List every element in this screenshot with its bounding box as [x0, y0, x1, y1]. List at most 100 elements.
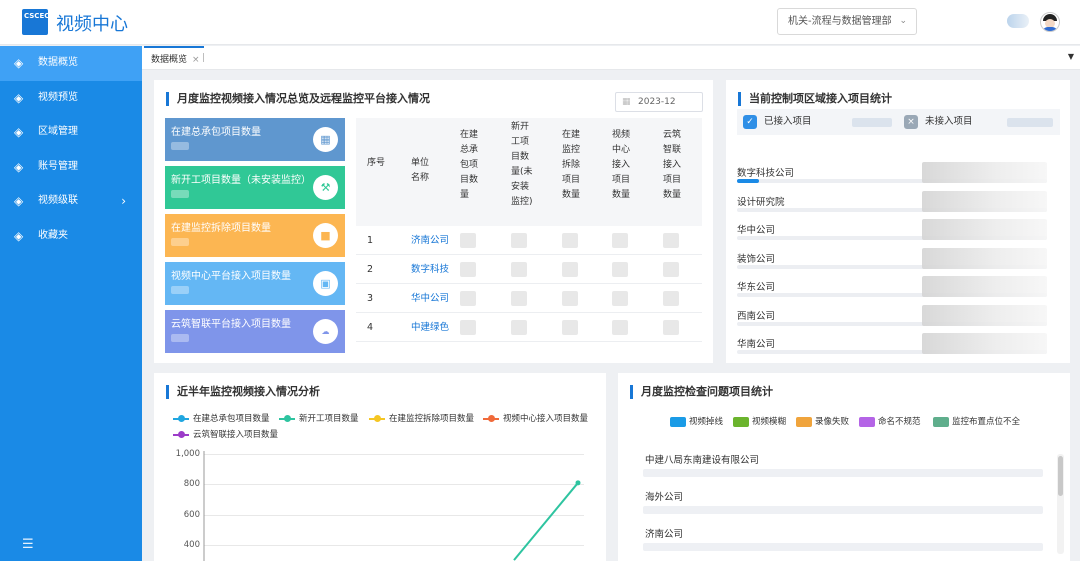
company-row[interactable]: 数字科技公司 [737, 162, 1047, 190]
tab-separator: | [202, 53, 206, 63]
building-icon: ▦ [313, 127, 338, 152]
chevron-right-icon: › [121, 194, 126, 208]
tabs-dropdown-icon[interactable]: ▼ [1068, 46, 1074, 68]
legend-label: 视频掉线 [689, 417, 724, 427]
stat-card-label: 在建总承包项目数量 [171, 127, 261, 138]
legend-label: 命名不规范 [878, 417, 921, 427]
sidebar-item-region-management[interactable]: ◈ 区域管理 [0, 115, 142, 150]
stat-card-total-contract[interactable]: 在建总承包项目数量 ▦ [165, 118, 345, 161]
table-row[interactable]: 4 中建绿色 [356, 313, 702, 342]
close-icon[interactable]: × [192, 48, 200, 72]
company-name: 华东公司 [737, 282, 776, 293]
menu-collapse-icon[interactable]: ☰ [22, 537, 34, 552]
company-row[interactable]: 华南公司 [737, 333, 1047, 361]
project-table: 序号 单位名称 在建总承包项目数量 新开工项目数量(未安装监控) 在建监控拆除项… [356, 118, 702, 352]
panel-title: 当前控制项区域接入项目统计 [738, 92, 892, 106]
sidebar-item-label: 区域管理 [38, 126, 78, 137]
sidebar-item-video-cascade[interactable]: ◈ 视频级联 › [0, 184, 142, 219]
sidebar-item-data-overview[interactable]: ◈ 数据概览 [0, 46, 142, 81]
sidebar-item-account-management[interactable]: ◈ 账号管理 [0, 150, 142, 185]
table-row[interactable]: 2 数字科技 [356, 255, 702, 284]
company-name: 济南公司 [645, 529, 684, 540]
company-name: 装饰公司 [737, 254, 776, 265]
stat-card-cloud-platform[interactable]: 云筑智联平台接入项目数量 ☁ [165, 310, 345, 353]
sidebar-item-label: 数据概览 [38, 57, 78, 68]
row-number: 4 [367, 322, 374, 333]
panel-title: 月度监控检查问题项目统计 [630, 385, 773, 399]
company-row[interactable]: 装饰公司 [737, 248, 1047, 276]
stat-card-new-projects[interactable]: 新开工项目数量（未安装监控） ⚒ [165, 166, 345, 209]
cscec-logo: CSCEC [22, 9, 48, 35]
region-legend: ✓ 已接入项目 × 未接入项目 [737, 109, 1060, 135]
company-name: 中建八局东南建设有限公司 [645, 455, 760, 466]
panel-title: 月度监控视频接入情况总览及远程监控平台接入情况 [166, 92, 430, 106]
sidebar-item-label: 视频级联 [38, 195, 78, 206]
layers-icon: ◈ [14, 159, 24, 174]
sidebar-item-video-preview[interactable]: ◈ 视频预览 [0, 81, 142, 116]
company-row[interactable]: 华中公司 [737, 219, 1047, 247]
sidebar-item-label: 账号管理 [38, 160, 78, 172]
legend-not-connected: 未接入项目 [925, 116, 973, 127]
month-value: 2023-12 [638, 97, 676, 107]
company-name: 华南公司 [737, 339, 776, 350]
cross-icon: × [904, 115, 918, 129]
user-avatar-icon[interactable] [1040, 12, 1060, 32]
unit-name-link[interactable]: 华中公司 [411, 284, 449, 313]
sidebar-item-favorites[interactable]: ◈ 收藏夹 [0, 219, 142, 254]
row-number: 3 [367, 293, 374, 304]
demolish-icon: ■ [313, 223, 338, 248]
layers-icon: ◈ [14, 194, 24, 208]
legend-item[interactable]: 监控布置点位不全 [933, 416, 1021, 428]
calendar-icon: ▦ [622, 97, 631, 107]
checked-icon: ✓ [743, 115, 757, 129]
stat-card-label: 云筑智联平台接入项目数量 [171, 319, 291, 330]
table-row[interactable]: 3 华中公司 [356, 284, 702, 313]
legend-item[interactable]: 录像失败 [796, 416, 849, 428]
department-select[interactable]: 机关-流程与数据管理部 ⌄ [777, 8, 917, 35]
department-value: 机关-流程与数据管理部 [788, 16, 892, 27]
tab-label: 数据概览 [151, 55, 188, 65]
month-picker[interactable]: ▦ 2023-12 [615, 92, 703, 112]
table-header-cell: 序号 [367, 158, 386, 168]
region-stats-panel: 当前控制项区域接入项目统计 ✓ 已接入项目 × 未接入项目 数字科技公司 设计研… [726, 80, 1070, 363]
legend-connected: 已接入项目 [764, 116, 812, 127]
layers-icon: ◈ [14, 228, 24, 243]
company-row[interactable]: 设计研究院 [737, 191, 1047, 219]
table-header-cell: 在建监控拆除项目数量 [562, 130, 581, 200]
chevron-down-icon: ⌄ [899, 16, 907, 26]
stat-card-video-platform[interactable]: 视频中心平台接入项目数量 ▣ [165, 262, 345, 305]
table-header: 序号 单位名称 在建总承包项目数量 新开工项目数量(未安装监控) 在建监控拆除项… [356, 118, 702, 226]
company-row[interactable]: 华东公司 [737, 276, 1047, 304]
scrollbar[interactable] [1057, 454, 1064, 554]
legend-item[interactable]: 命名不规范 [859, 416, 921, 428]
cloud-icon: ☁ [313, 319, 338, 344]
layers-icon: ◈ [14, 56, 24, 70]
layers-icon: ◈ [14, 125, 24, 139]
series-new-projects-point [575, 480, 581, 486]
trend-analysis-panel: 近半年监控视频接入情况分析 在建总承包项目数量 新开工项目数量 在建监控拆除项目… [154, 373, 606, 561]
row-number: 2 [367, 264, 374, 275]
unit-name-link[interactable]: 中建绿色 [411, 313, 449, 342]
stat-card-label: 视频中心平台接入项目数量 [171, 271, 291, 282]
company-name: 设计研究院 [737, 197, 785, 208]
crane-icon: ⚒ [313, 175, 338, 200]
table-header-cell: 在建总承包项目数量 [460, 130, 479, 200]
legend-item[interactable]: 视频模糊 [733, 416, 786, 428]
stat-card-label: 新开工项目数量（未安装监控） [171, 175, 311, 186]
company-name: 数字科技公司 [737, 168, 795, 179]
weather-icon [1007, 14, 1029, 28]
platform-icon: ▣ [313, 271, 338, 296]
series-new-projects-line [513, 482, 579, 561]
company-row[interactable]: 西南公司 [737, 305, 1047, 333]
unit-name-link[interactable]: 数字科技 [411, 255, 449, 284]
tab-data-overview[interactable]: 数据概览 × [144, 46, 204, 70]
layers-icon: ◈ [14, 90, 24, 105]
table-header-cell: 视频中心接入项目数量 [612, 130, 631, 200]
legend-item[interactable]: 视频掉线 [670, 416, 724, 428]
legend-label: 监控布置点位不全 [952, 417, 1021, 427]
stat-card-demolish[interactable]: 在建监控拆除项目数量 ■ [165, 214, 345, 257]
company-name: 海外公司 [645, 492, 684, 503]
table-row[interactable]: 1 济南公司 [356, 226, 702, 255]
unit-name-link[interactable]: 济南公司 [411, 226, 449, 255]
tab-bar: 数据概览 × | ▼ [142, 46, 1080, 70]
